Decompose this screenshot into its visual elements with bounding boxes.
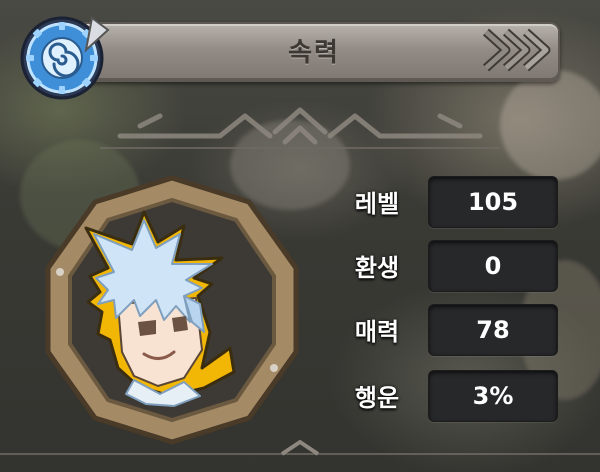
stat-value-box-luck: 3% <box>428 370 558 422</box>
stat-value-charm: 78 <box>476 316 510 344</box>
stat-value-box-rebirth: 0 <box>428 240 558 292</box>
background-rock <box>500 70 600 180</box>
character-info-panel: 속력 레벨 105 환생 0 매력 78 행운 3% <box>0 0 600 472</box>
stat-value-luck: 3% <box>472 382 514 410</box>
spiral-gear-icon <box>20 16 110 100</box>
stat-value-rebirth: 0 <box>484 252 502 280</box>
stat-value-level: 105 <box>467 188 519 216</box>
bottom-divider <box>0 440 600 456</box>
stat-value-box-charm: 78 <box>428 304 558 356</box>
ornament-divider-icon <box>100 107 500 149</box>
stat-value-box-level: 105 <box>428 176 558 228</box>
chevrons-right-icon <box>482 28 551 72</box>
character-portrait <box>45 175 299 445</box>
stat-label-rebirth: 환생 <box>354 253 400 282</box>
stat-label-luck: 행운 <box>354 383 400 412</box>
stat-label-level: 레벨 <box>354 189 400 218</box>
stat-label-charm: 매력 <box>354 317 400 346</box>
